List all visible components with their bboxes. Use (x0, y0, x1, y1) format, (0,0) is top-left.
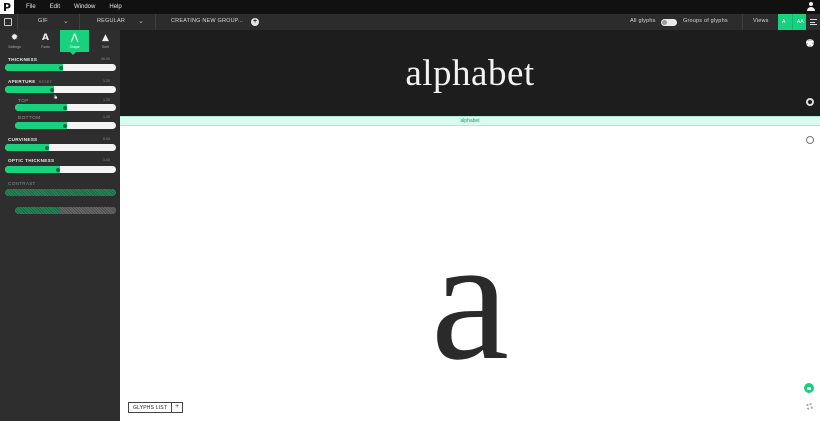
chevron-down-icon[interactable]: ⌄ (63, 17, 69, 25)
views-label: Views (753, 18, 769, 24)
chat-icon[interactable] (804, 383, 814, 393)
glyphs-list-button[interactable]: GLYPHS LIST + (128, 402, 184, 413)
serif-icon: ▲ (102, 33, 109, 43)
toolbar: GIF ⌄ REGULAR ⌄ CREATING NEW GROUP... + … (0, 14, 820, 30)
disabled-slider (15, 207, 116, 214)
toolbar-divider (742, 14, 743, 30)
tab-shape[interactable]: ⋀ Shape (60, 30, 89, 52)
tab-serif[interactable]: ▲ Serif (91, 30, 120, 52)
menu-bar: P File Edit Window Help (0, 0, 820, 14)
param-label: OPTIC THICKNESS (8, 158, 55, 163)
toolbar-divider (155, 14, 156, 30)
aperture-top-slider[interactable] (15, 104, 116, 111)
menu-edit[interactable]: Edit (50, 4, 60, 10)
glyphs-list-label[interactable]: GLYPHS LIST (129, 405, 171, 411)
param-value: 1.20 (103, 115, 110, 119)
param-label: APERTURE RESET (8, 79, 53, 84)
curviness-slider[interactable] (5, 144, 116, 151)
tab-settings[interactable]: ✹ Settings (0, 30, 29, 52)
app-logo: P (0, 0, 14, 14)
font-icon: A (42, 33, 49, 43)
glyph-mode-toggle[interactable] (661, 19, 677, 26)
active-tab-caret (70, 52, 76, 55)
param-label: BOTTOM (18, 115, 41, 120)
word-preview-panel[interactable]: alphabet (120, 30, 820, 116)
shape-icon: ⋀ (70, 33, 79, 43)
tab-fonts[interactable]: A Fonts (31, 30, 60, 52)
menu-help[interactable]: Help (109, 4, 121, 10)
all-glyphs-label: All glyphs (630, 18, 656, 24)
menu-window[interactable]: Window (74, 4, 95, 10)
param-value: 1.00 (103, 158, 110, 162)
font-family-select[interactable]: GIF (38, 18, 48, 24)
param-label: CURVINESS (8, 137, 38, 142)
gear-icon[interactable] (806, 403, 813, 410)
chevron-down-icon[interactable]: ⌄ (138, 17, 144, 25)
thickness-slider[interactable] (5, 64, 116, 71)
param-label: TOP (18, 98, 29, 103)
glyph-group-select[interactable]: CREATING NEW GROUP... (171, 18, 243, 24)
param-value: 96.00 (101, 57, 110, 61)
param-value: 0.54 (103, 137, 110, 141)
font-variant-select[interactable]: REGULAR (97, 18, 125, 24)
param-label: CONTRAST (8, 181, 36, 186)
aperture-slider[interactable] (5, 86, 116, 93)
groups-of-glyphs-label: Groups of glyphs (683, 18, 728, 24)
user-icon[interactable] (807, 2, 815, 12)
view-word-button[interactable]: AA (792, 14, 806, 30)
gear-icon[interactable] (806, 39, 814, 47)
menu-file[interactable]: File (26, 4, 36, 10)
sidebar-tabs: ✹ Settings A Fonts ⋀ Shape ▲ Serif (0, 30, 120, 55)
glyph-preview: a (430, 202, 510, 397)
prototypo-app: P File Edit Window Help GIF ⌄ REGULAR ⌄ … (0, 0, 820, 421)
view-glyph-button[interactable]: A (778, 14, 792, 30)
add-glyph-button[interactable]: + (171, 403, 182, 412)
aperture-bottom-slider[interactable] (15, 122, 116, 129)
gear-icon[interactable] (806, 98, 814, 106)
text-input-strip[interactable]: alphabet (120, 116, 820, 126)
hand-cursor-icon (53, 94, 58, 99)
gear-icon: ✹ (10, 33, 19, 43)
toolbar-divider (17, 14, 18, 30)
optic-thickness-slider[interactable] (5, 166, 116, 173)
param-value: 1.20 (103, 98, 110, 102)
add-group-button[interactable]: + (251, 18, 259, 26)
contrast-slider (5, 189, 116, 196)
menu-lines-icon[interactable] (810, 19, 817, 25)
toolbar-divider (79, 14, 80, 30)
word-preview-text: alphabet (405, 53, 535, 94)
parameters-sidebar: ✹ Settings A Fonts ⋀ Shape ▲ Serif THICK… (0, 30, 120, 421)
glyph-preview-panel[interactable]: a GLYPHS LIST + (120, 126, 820, 421)
param-label: THICKNESS (8, 57, 38, 62)
strip-text: alphabet (460, 118, 480, 124)
library-icon[interactable] (4, 18, 12, 26)
param-value: 1.20 (103, 79, 110, 83)
clock-icon[interactable] (806, 136, 814, 144)
